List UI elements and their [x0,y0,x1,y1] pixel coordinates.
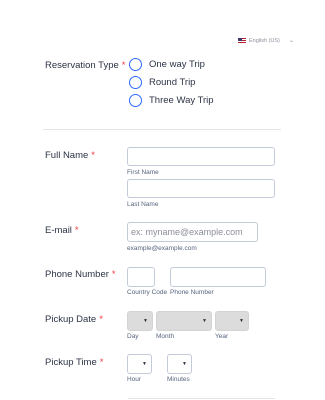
radio-button[interactable] [129,57,142,71]
radio-option-three-way[interactable]: Three Way Trip [129,93,214,107]
last-name-sublabel: Last Name [127,201,159,208]
day-select[interactable]: ▼ [127,311,153,331]
radio-option-round-trip[interactable]: Round Trip [129,75,195,89]
email-sublabel: example@example.com [127,245,197,252]
caret-down-icon: ▼ [202,318,207,324]
email-placeholder: ex: myname@example.com [131,227,243,237]
required-mark: * [111,269,116,280]
language-label: English (US) [249,38,280,44]
first-name-input[interactable] [127,147,275,166]
caret-down-icon: ▼ [142,361,147,367]
required-mark: * [74,225,79,236]
language-selector[interactable]: English (US) [238,36,280,46]
hour-sublabel: Hour [127,376,142,383]
caret-down-icon: ▼ [239,318,244,324]
full-name-label: Full Name * [45,150,95,161]
radio-option-one-way[interactable]: One way Trip [129,57,205,71]
minutes-select[interactable]: ▼ [167,354,192,374]
radio-option-label: Three Way Trip [149,94,214,106]
hour-select[interactable]: ▼ [127,354,152,374]
phone-number-label: Phone Number * [45,269,116,280]
section-divider [128,398,275,399]
day-sublabel: Day [127,333,139,340]
caret-down-icon: ▼ [182,361,187,367]
email-label: E-mail * [45,225,79,236]
section-divider [43,129,281,130]
email-input[interactable]: ex: myname@example.com [127,222,258,242]
required-mark: * [99,357,104,368]
caret-down-icon: ▼ [143,318,148,324]
radio-option-label: Round Trip [149,76,196,88]
required-mark: * [91,150,95,161]
pickup-date-label: Pickup Date * [45,314,103,325]
required-mark: * [121,60,126,71]
radio-option-label: One way Trip [149,58,205,70]
country-code-sublabel: Country Code [127,289,168,296]
reservation-type-label: Reservation Type * [45,60,126,71]
pickup-time-label: Pickup Time * [45,357,104,368]
chevron-down-icon[interactable]: ⌄ [289,36,294,46]
phone-number-input[interactable] [170,267,266,287]
minutes-sublabel: Minutes [167,376,190,383]
radio-button[interactable] [129,75,142,89]
month-select[interactable]: ▼ [156,311,212,331]
phone-number-sublabel: Phone Number [170,289,214,296]
us-flag-icon [238,38,246,44]
required-mark: * [99,314,103,325]
year-select[interactable]: ▼ [215,311,249,331]
last-name-input[interactable] [127,179,275,198]
country-code-input[interactable] [127,267,155,287]
month-sublabel: Month [156,333,175,340]
radio-button[interactable] [129,93,142,107]
first-name-sublabel: First Name [127,169,159,176]
year-sublabel: Year [215,333,229,340]
